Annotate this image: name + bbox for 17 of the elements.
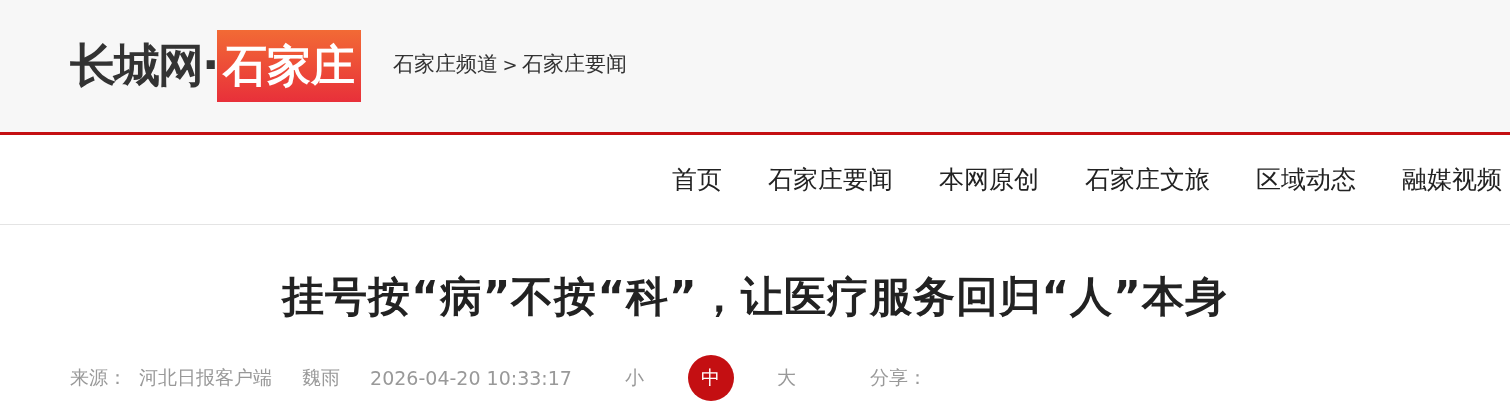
nav-link[interactable]: 石家庄文旅 xyxy=(1085,163,1210,196)
channel-logo-badge[interactable]: 石家庄 xyxy=(217,30,362,102)
font-size-button[interactable]: 中 xyxy=(687,355,734,401)
nav-link[interactable]: 首页 xyxy=(672,163,722,196)
article-title: 挂号按“病”不按“科”，让医疗服务回归“人”本身 xyxy=(280,271,1229,323)
article-source: 来源： 河北日报客户端 xyxy=(70,365,273,390)
article-author: 魏雨 xyxy=(302,365,341,390)
breadcrumb-link[interactable]: 石家庄要闻 xyxy=(521,50,627,78)
nav-link[interactable]: 区域动态 xyxy=(1256,163,1356,196)
publish-time: 2026-04-20 10:33:17 xyxy=(370,367,572,389)
breadcrumb-link[interactable]: 石家庄频道 xyxy=(393,50,499,78)
site-logo-text[interactable]: 长城网· xyxy=(70,35,218,97)
share-label: 分享： xyxy=(869,365,927,390)
nav-link[interactable]: 融媒视频 xyxy=(1402,163,1502,196)
nav-link[interactable]: 石家庄要闻 xyxy=(768,163,893,196)
nav-link[interactable]: 本网原创 xyxy=(939,163,1039,196)
breadcrumb-separator: > xyxy=(502,53,518,75)
